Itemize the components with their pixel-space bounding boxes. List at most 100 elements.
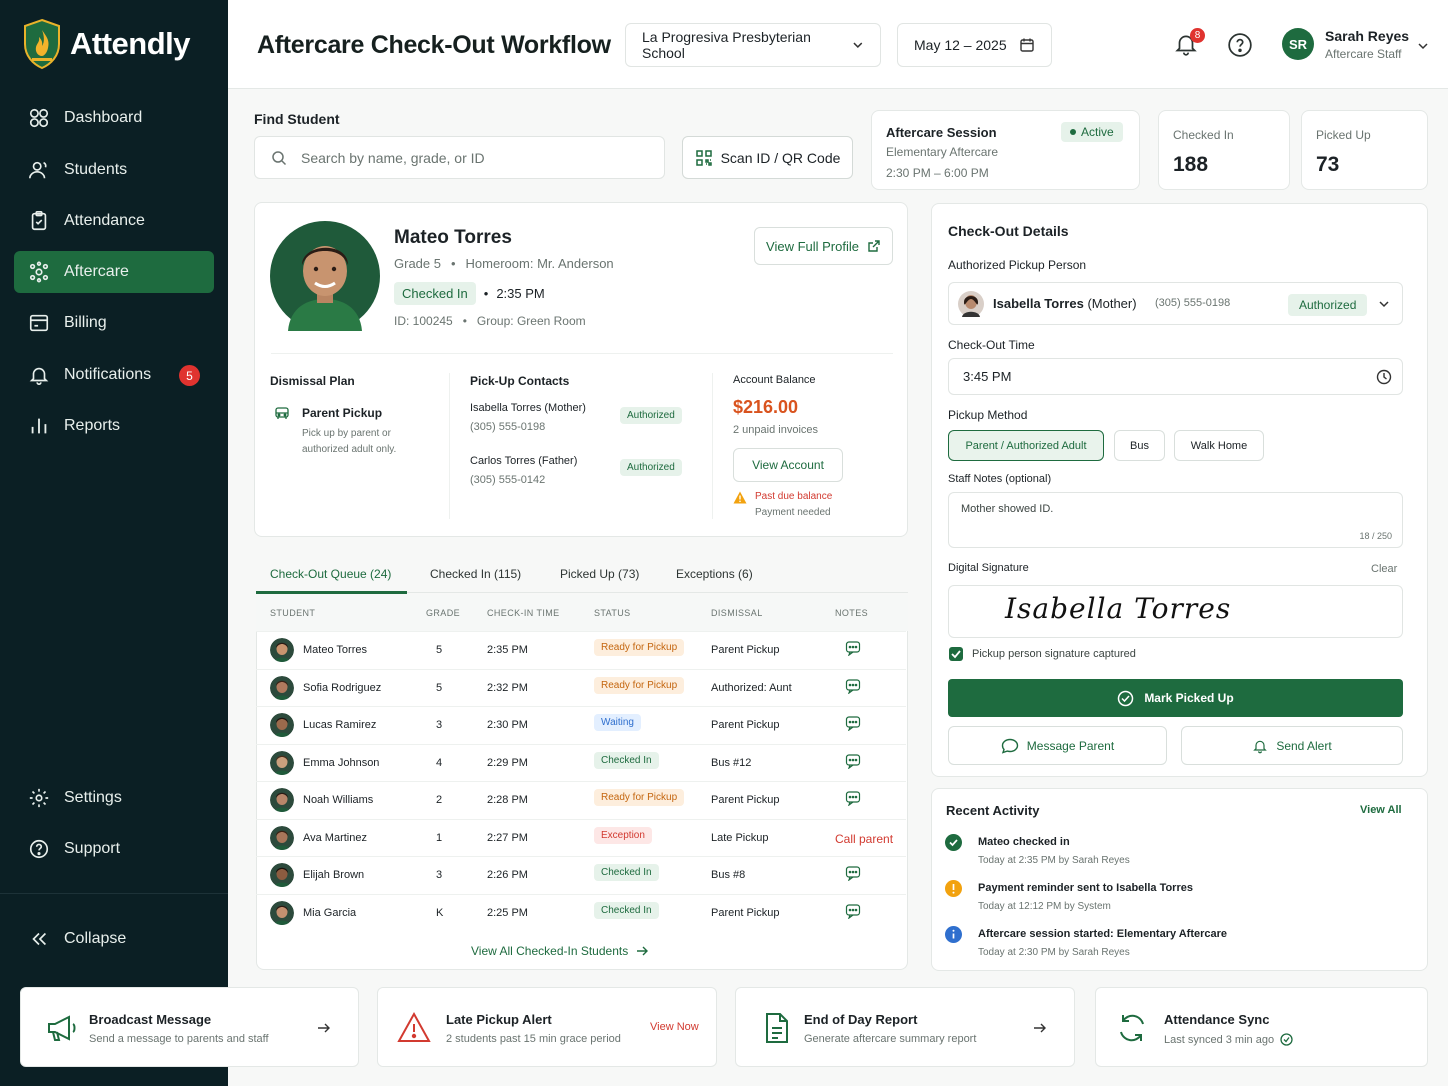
note-bubble-icon[interactable]: [845, 865, 861, 881]
stat-value: 73: [1316, 153, 1340, 176]
gear-icon: [29, 788, 49, 808]
message-parent-label: Message Parent: [1026, 738, 1115, 753]
view-account-button[interactable]: View Account: [733, 448, 843, 482]
sync-desc: Last synced 3 min ago: [1164, 1033, 1275, 1046]
date-picker[interactable]: May 12 – 2025: [897, 23, 1052, 67]
staff-notes-textarea[interactable]: Mother showed ID. 18 / 250: [948, 492, 1403, 548]
student-search-input[interactable]: Search by name, grade, or ID: [254, 136, 665, 179]
sync-icon: [1120, 1014, 1144, 1042]
pickup-person-select[interactable]: Isabella Torres (Mother) (305) 555-0198 …: [948, 282, 1403, 325]
divider: [449, 373, 450, 519]
broadcast-message-card[interactable]: Broadcast Message Send a message to pare…: [20, 987, 359, 1067]
balance-warning: Past due balance: [755, 491, 833, 502]
megaphone-icon: [48, 1015, 76, 1041]
table-row[interactable]: Emma Johnson 4 2:29 PM Checked In Bus #12: [256, 743, 906, 781]
table-row[interactable]: Noah Williams 2 2:28 PM Ready for Pickup Par…: [256, 781, 906, 818]
clear-signature-button[interactable]: Clear: [1371, 563, 1397, 575]
activity-view-all-link[interactable]: View All: [1360, 804, 1402, 816]
tab-checkout-queue[interactable]: Check-Out Queue (24): [270, 567, 391, 581]
sidebar-item-notifications[interactable]: Notifications 5: [14, 354, 214, 396]
sidebar-item-attendance[interactable]: Attendance: [14, 200, 214, 242]
method-parent-button[interactable]: Parent / Authorized Adult: [948, 430, 1104, 461]
sidebar-item-reports[interactable]: Reports: [14, 405, 214, 447]
checkin-time: 2:32 PM: [487, 681, 528, 694]
view-now-link[interactable]: View Now: [650, 1021, 699, 1033]
mark-picked-up-button[interactable]: Mark Picked Up: [948, 679, 1403, 717]
checkout-time-input[interactable]: 3:45 PM: [948, 358, 1403, 395]
message-parent-button[interactable]: Message Parent: [948, 726, 1167, 765]
student-name[interactable]: Sofia Rodriguez: [303, 682, 381, 694]
chevron-down-icon: [1379, 301, 1389, 308]
note-text[interactable]: Call parent: [835, 832, 893, 846]
student-avatar: [270, 675, 294, 700]
sidebar-item-dashboard[interactable]: Dashboard: [14, 97, 214, 139]
info-circle-icon: [945, 926, 962, 943]
sidebar-item-aftercare[interactable]: Aftercare: [14, 251, 214, 293]
status-badge: Ready for Pickup: [594, 639, 685, 656]
sidebar-item-label: Attendance: [64, 212, 145, 229]
student-name[interactable]: Mateo Torres: [303, 644, 367, 656]
tab-exceptions[interactable]: Exceptions (6): [676, 567, 753, 581]
late-pickup-alert-card[interactable]: Late Pickup Alert 2 students past 15 min…: [377, 987, 717, 1067]
tab-checked-in[interactable]: Checked In (115): [430, 567, 521, 581]
attendance-sync-card[interactable]: Attendance Sync Last synced 3 min ago: [1095, 987, 1428, 1067]
user-avatar[interactable]: SR: [1282, 28, 1314, 60]
logo[interactable]: Attendly: [22, 18, 191, 70]
checkin-time: 2:27 PM: [487, 831, 528, 844]
checkin-time: 2:30 PM: [487, 719, 528, 731]
note-bubble-icon[interactable]: [845, 678, 861, 694]
note-bubble-icon[interactable]: [845, 640, 861, 656]
student-avatar: [270, 900, 294, 925]
end-of-day-report-card[interactable]: End of Day Report Generate aftercare sum…: [735, 987, 1075, 1067]
sidebar-item-settings[interactable]: Settings: [14, 777, 214, 819]
notifications-button[interactable]: 8: [1173, 28, 1205, 59]
signature-pad[interactable]: Isabella Torres: [948, 585, 1403, 638]
school-select[interactable]: La Progresiva Presbyterian School: [625, 23, 881, 67]
note-bubble-icon[interactable]: [845, 715, 861, 731]
student-grade: 3: [436, 719, 443, 731]
method-bus-button[interactable]: Bus: [1114, 430, 1165, 461]
student-name[interactable]: Emma Johnson: [303, 757, 379, 769]
stat-picked-up: Picked Up 73: [1301, 110, 1428, 190]
active-tab-indicator: [256, 591, 407, 594]
student-status-badge: Checked In: [394, 282, 476, 305]
note-bubble-icon[interactable]: [845, 903, 861, 919]
collapse-button[interactable]: Collapse: [14, 918, 214, 960]
table-row[interactable]: Mia Garcia K 2:25 PM Checked In Parent Picku…: [256, 893, 906, 931]
staff-notes-value: Mother showed ID.: [961, 503, 1054, 515]
view-all-students-link[interactable]: View All Checked-In Students: [471, 944, 649, 958]
note-bubble-icon[interactable]: [845, 753, 861, 769]
table-row[interactable]: Mateo Torres 5 2:35 PM Ready for Pickup Pare…: [256, 631, 906, 668]
view-full-profile-button[interactable]: View Full Profile: [754, 227, 893, 265]
student-name[interactable]: Mia Garcia: [303, 907, 356, 919]
table-row[interactable]: Ava Martinez 1 2:27 PM Exception Late Pickup…: [256, 818, 906, 856]
card-icon: [29, 314, 49, 332]
table-row[interactable]: Lucas Ramirez 3 2:30 PM Waiting Parent Picku…: [256, 706, 906, 743]
help-button[interactable]: [1227, 32, 1255, 60]
student-name[interactable]: Ava Martinez: [303, 832, 367, 844]
user-name: Sarah Reyes: [1325, 28, 1410, 44]
student-grade: K: [436, 906, 444, 919]
student-name[interactable]: Lucas Ramirez: [303, 719, 376, 731]
table-row[interactable]: Elijah Brown 3 2:26 PM Checked In Bus #8: [256, 856, 906, 893]
status-badge: Checked In: [594, 901, 659, 919]
note-bubble-icon[interactable]: [845, 790, 861, 806]
checkin-time: 2:26 PM: [487, 869, 528, 881]
table-row[interactable]: Sofia Rodriguez 5 2:32 PM Ready for Pickup A…: [256, 668, 906, 706]
send-alert-button[interactable]: Send Alert: [1181, 726, 1403, 765]
user-menu-chevron-icon[interactable]: [1417, 40, 1429, 52]
aftercare-icon: [29, 261, 49, 283]
student-homeroom: Homeroom: Mr. Anderson: [465, 256, 614, 271]
sidebar-item-billing[interactable]: Billing: [14, 302, 214, 344]
tab-picked-up[interactable]: Picked Up (73): [560, 567, 639, 581]
activity-item-meta: Today at 2:35 PM by Sarah Reyes: [978, 855, 1130, 866]
student-avatar: [270, 713, 294, 737]
student-name[interactable]: Noah Williams: [303, 794, 373, 806]
sidebar-item-students[interactable]: Students: [14, 149, 214, 191]
method-walk-home-button[interactable]: Walk Home: [1174, 430, 1264, 461]
sidebar-item-support[interactable]: Support: [14, 828, 214, 870]
student-name[interactable]: Elijah Brown: [303, 869, 364, 881]
scan-id-button[interactable]: Scan ID / QR Code: [682, 136, 853, 179]
sidebar-item-label: Settings: [64, 789, 122, 806]
signature-checkbox[interactable]: [949, 647, 963, 661]
